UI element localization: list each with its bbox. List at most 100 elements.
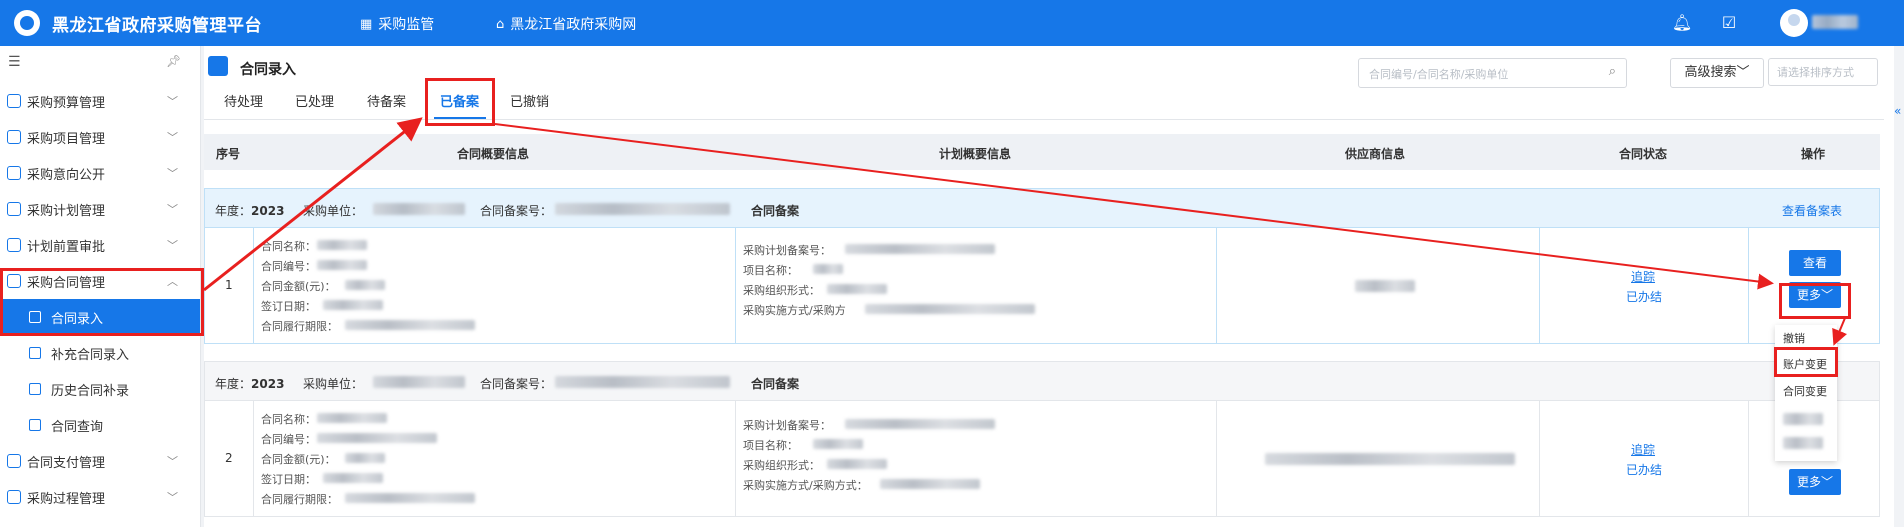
sidebar-subitem-label: 补充合同录入 (51, 347, 130, 363)
sidebar-item-payment[interactable]: 合同支付管理 ﹀ (0, 443, 200, 479)
sort-select[interactable]: 请选择排序方式 (1768, 58, 1878, 86)
tab-to-record[interactable]: 待备案 (367, 91, 406, 110)
todo-icon[interactable]: ☑ (1718, 12, 1740, 34)
edit-icon (29, 383, 41, 395)
sidebar-item-label: 采购计划管理 (27, 203, 106, 219)
chevron-down-icon: ﹀ (167, 239, 178, 252)
document-icon (29, 347, 41, 359)
search-placeholder: 合同编号/合同名称/采购单位 (1369, 68, 1509, 81)
group-header: 年度：2023 采购单位： 合同备案号： 合同备案 查看备案表 (204, 188, 1880, 228)
sign-date-label: 签订日期： (261, 300, 316, 313)
plan-no-label: 采购计划备案号： (743, 244, 831, 257)
menu-item-redacted[interactable] (1783, 437, 1823, 449)
highlight-more-button (1779, 283, 1851, 319)
chevron-down-icon: ﹀ (167, 95, 178, 108)
redacted-value (845, 419, 995, 429)
view-button[interactable]: 查看 (1789, 250, 1841, 276)
track-link[interactable]: 追踪 (1631, 441, 1655, 458)
sidebar-item-label: 采购项目管理 (27, 131, 106, 147)
unit-redacted (373, 203, 465, 215)
search-icon[interactable]: ⌕ (1609, 64, 1616, 79)
row-seq: 1 (225, 278, 233, 292)
nav-procurement-site[interactable]: ⌂ 黑龙江省政府采购网 (496, 14, 636, 34)
contract-amount-label: 合同金额(元)： (261, 453, 336, 466)
th-seq: 序号 (216, 147, 241, 161)
sidebar-item-process[interactable]: 采购过程管理 ﹀ (0, 479, 200, 515)
redacted-value (345, 493, 475, 503)
sidebar-item-budget[interactable]: 采购预算管理 ﹀ (0, 83, 200, 119)
tab-revoked[interactable]: 已撤销 (510, 91, 549, 110)
more-button[interactable]: 更多﹀ (1789, 469, 1841, 495)
tab-pending[interactable]: 待处理 (224, 91, 263, 110)
sidebar-item-project[interactable]: 采购项目管理 ﹀ (0, 119, 200, 155)
process-icon (7, 490, 21, 504)
record-label: 合同备案号： (480, 204, 553, 218)
menu-item-revoke[interactable]: 撤销 (1783, 330, 1805, 346)
bell-icon[interactable]: 🔔︎ (1671, 12, 1693, 34)
platform-logo (14, 10, 40, 36)
nav-supervision[interactable]: ▦ 采购监管 (360, 14, 434, 34)
project-icon (7, 130, 21, 144)
sidebar-subitem-label: 历史合同补录 (51, 383, 130, 399)
redacted-value (865, 304, 1035, 314)
search-input[interactable]: 合同编号/合同名称/采购单位 ⌕ (1358, 58, 1627, 88)
supplier-redacted (1265, 453, 1515, 465)
redacted-value (323, 300, 383, 310)
sidebar-subitem-label: 合同查询 (51, 419, 104, 435)
sidebar-item-label: 采购过程管理 (27, 491, 106, 507)
plan-icon (7, 202, 21, 216)
user-avatar[interactable] (1780, 9, 1808, 37)
redacted-value (317, 433, 437, 443)
tab-processed[interactable]: 已处理 (295, 91, 334, 110)
list-icon (29, 419, 41, 431)
sidebar-item-label: 采购意向公开 (27, 167, 106, 183)
advanced-search-button[interactable]: 高级搜索﹀ (1670, 58, 1764, 88)
row-seq: 2 (225, 451, 233, 465)
col-divider (1539, 401, 1540, 516)
redacted-value (827, 284, 887, 294)
unit-redacted (373, 376, 465, 388)
redacted-value (345, 280, 385, 290)
th-plan-summary: 计划概要信息 (939, 147, 1012, 161)
col-divider (1216, 228, 1217, 343)
more-button-label: 更多 (1796, 475, 1821, 489)
app-title: 黑龙江省政府采购管理平台 (52, 16, 262, 36)
col-divider (1216, 401, 1217, 516)
payment-icon (7, 454, 21, 468)
highlight-tab-recorded (425, 78, 495, 126)
redacted-value (317, 413, 387, 423)
contract-state: 已办结 (1626, 290, 1663, 304)
sidebar-item-preapproval[interactable]: 计划前置审批 ﹀ (0, 227, 200, 263)
more-dropdown-menu: 撤销 账户变更 合同变更 (1775, 325, 1837, 461)
track-link[interactable]: 追踪 (1631, 268, 1655, 285)
table-header: 序号 合同概要信息 计划概要信息 供应商信息 合同状态 操作 (204, 134, 1880, 170)
table-row: 2 合同名称： 合同编号： 合同金额(元)： 签订日期： 合同履行期限： 采购计… (204, 401, 1880, 517)
menu-item-contract-change[interactable]: 合同变更 (1783, 383, 1827, 399)
unit-label: 采购单位： (303, 204, 364, 218)
sidebar-item-plan[interactable]: 采购计划管理 ﹀ (0, 191, 200, 227)
collapse-arrow-icon[interactable]: « (1894, 104, 1904, 124)
menu-icon[interactable]: ☰ (8, 54, 21, 70)
col-divider (735, 228, 736, 343)
sidebar-subitem-supplement[interactable]: 补充合同录入 (0, 335, 200, 371)
contract-name-label: 合同名称： (261, 240, 316, 253)
col-divider (1748, 401, 1749, 516)
highlight-account-change (1774, 347, 1838, 377)
menu-item-redacted[interactable] (1783, 413, 1823, 425)
intent-icon (7, 166, 21, 180)
table-row: 1 合同名称： 合同编号： 合同金额(元)： 签订日期： 合同履行期限： 采购计… (204, 228, 1880, 344)
pin-icon[interactable]: 📌︎ (166, 54, 181, 68)
contract-amount-label: 合同金额(元)： (261, 280, 336, 293)
term-label: 合同履行期限： (261, 320, 338, 333)
contract-name-label: 合同名称： (261, 413, 316, 426)
nav-procurement-site-label: 黑龙江省政府采购网 (510, 17, 637, 33)
term-label: 合同履行期限： (261, 493, 338, 506)
sidebar-subitem-query[interactable]: 合同查询 (0, 407, 200, 443)
sidebar-subitem-history[interactable]: 历史合同补录 (0, 371, 200, 407)
impl-method-label: 采购实施方式/采购方 (743, 304, 846, 317)
redacted-value (317, 260, 367, 270)
highlight-sidebar-contract (0, 268, 204, 336)
year-value: 2023 (251, 377, 285, 391)
view-record-link[interactable]: 查看备案表 (1782, 202, 1842, 219)
sidebar-item-intent[interactable]: 采购意向公开 ﹀ (0, 155, 200, 191)
